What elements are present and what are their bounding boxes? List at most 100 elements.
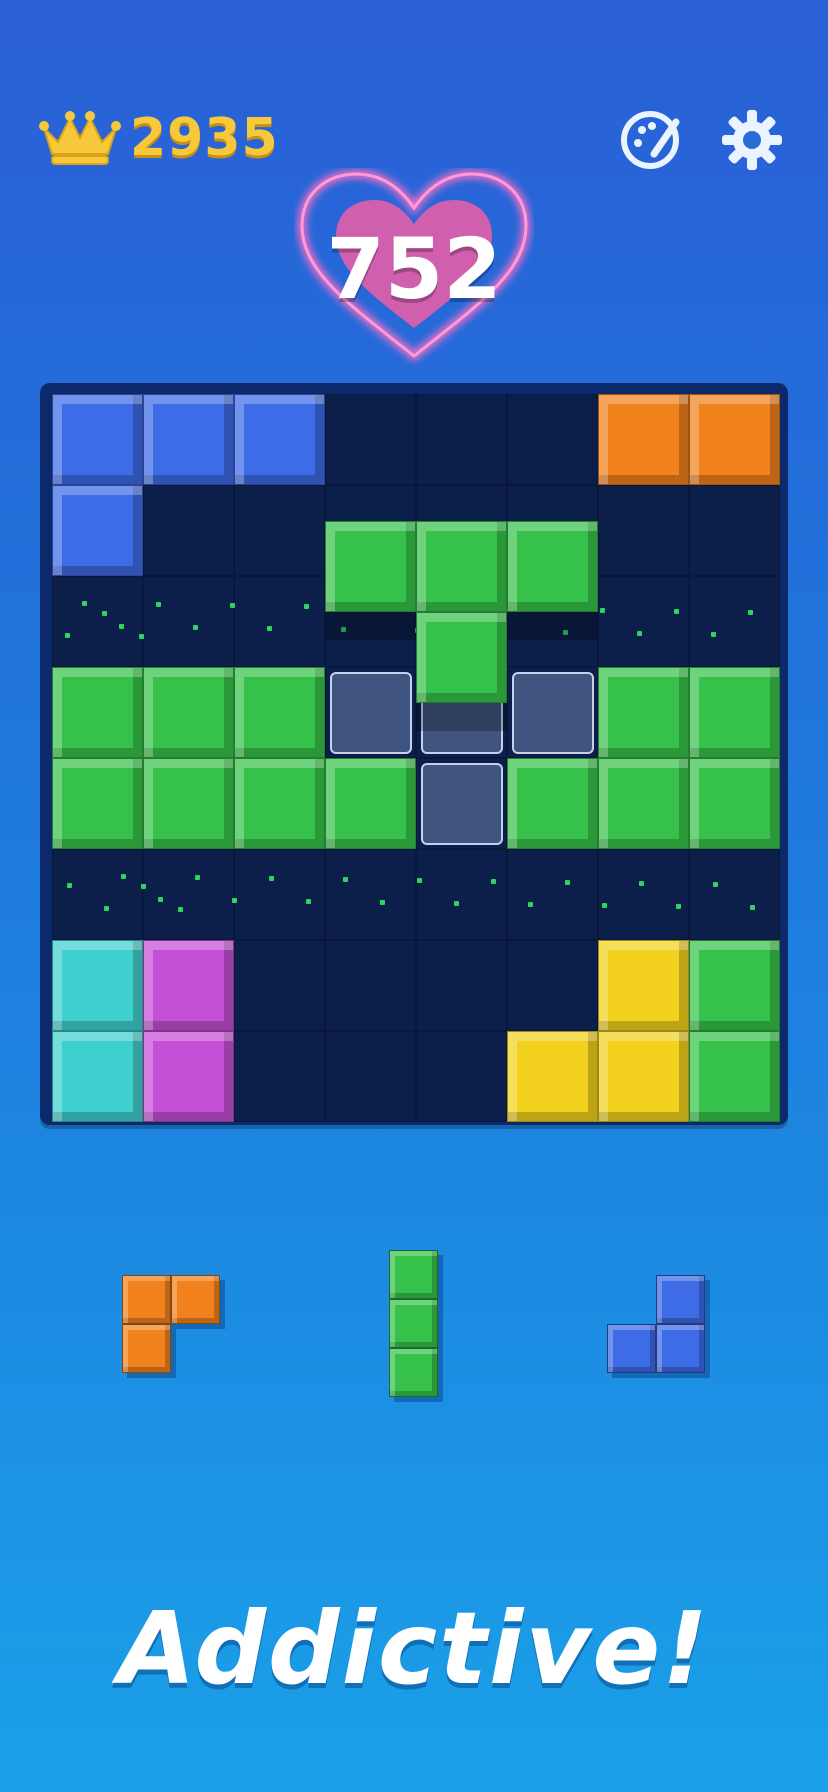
piece-tray — [0, 1245, 828, 1415]
board-cell[interactable] — [689, 849, 780, 940]
board-cell[interactable] — [416, 394, 507, 485]
board-cell[interactable] — [507, 849, 598, 940]
sparkle — [102, 611, 107, 616]
board-cell[interactable] — [52, 849, 143, 940]
board-cell[interactable] — [416, 849, 507, 940]
board-cell[interactable] — [52, 576, 143, 667]
board-cell[interactable] — [689, 485, 780, 576]
green-block — [234, 758, 325, 849]
green-piece-block — [389, 1250, 438, 1299]
dragging-piece-block[interactable] — [416, 521, 507, 613]
green-block — [52, 667, 143, 758]
board-cell[interactable] — [416, 1031, 507, 1122]
orange-block — [598, 394, 689, 485]
board-cell[interactable] — [234, 1031, 325, 1122]
sparkle — [454, 901, 459, 906]
placement-preview-cell — [512, 672, 594, 754]
sparkle — [639, 881, 644, 886]
sparkle — [306, 899, 311, 904]
sparkle — [139, 634, 144, 639]
tagline: Addictive! — [118, 1590, 710, 1707]
board-cell[interactable] — [325, 394, 416, 485]
sparkle — [711, 632, 716, 637]
green-block — [52, 758, 143, 849]
orange-block — [689, 394, 780, 485]
board-cell[interactable] — [689, 576, 780, 667]
placement-preview-cell — [421, 763, 503, 845]
palette-icon[interactable] — [620, 108, 684, 172]
sparkle — [565, 880, 570, 885]
yellow-block — [598, 1031, 689, 1122]
board-cell[interactable] — [325, 849, 416, 940]
game-board[interactable] — [52, 394, 780, 1122]
dragging-piece-block[interactable] — [416, 612, 507, 704]
green-block — [143, 758, 234, 849]
board-cell[interactable] — [325, 940, 416, 1031]
sparkle — [67, 883, 72, 888]
cyan-block — [52, 1031, 143, 1122]
green-block — [689, 667, 780, 758]
placement-preview-cell — [330, 672, 412, 754]
board-cell[interactable] — [507, 940, 598, 1031]
green-block — [143, 667, 234, 758]
sparkle — [232, 898, 237, 903]
sparkle — [230, 603, 235, 608]
sparkle — [141, 884, 146, 889]
yellow-block — [598, 940, 689, 1031]
green-block — [689, 758, 780, 849]
crown-icon — [39, 111, 121, 165]
blue-piece-block — [656, 1324, 705, 1373]
blue-block — [143, 394, 234, 485]
blue-block — [52, 394, 143, 485]
board-cell[interactable] — [325, 1031, 416, 1122]
sparkle — [193, 625, 198, 630]
board-cell[interactable] — [143, 485, 234, 576]
board-cell[interactable] — [234, 576, 325, 667]
sparkle — [195, 875, 200, 880]
sparkle — [491, 879, 496, 884]
sparkle — [637, 631, 642, 636]
best-score: 2935 — [130, 108, 279, 168]
orange-piece-block — [171, 1275, 220, 1324]
board-cell[interactable] — [598, 485, 689, 576]
sparkle — [104, 906, 109, 911]
board-cell[interactable] — [416, 940, 507, 1031]
gear-icon[interactable] — [720, 108, 784, 172]
blue-piece-block — [656, 1275, 705, 1324]
sparkle — [156, 602, 161, 607]
orange-piece-block — [122, 1324, 171, 1373]
sparkle — [158, 897, 163, 902]
green-block — [689, 1031, 780, 1122]
board-cell[interactable] — [598, 576, 689, 667]
blue-piece-block — [607, 1324, 656, 1373]
sparkle — [750, 905, 755, 910]
sparkle — [304, 604, 309, 609]
sparkle — [343, 877, 348, 882]
board-cell[interactable] — [234, 940, 325, 1031]
sparkle — [676, 904, 681, 909]
green-block — [507, 758, 598, 849]
yellow-block — [507, 1031, 598, 1122]
board-cell[interactable] — [234, 485, 325, 576]
sparkle — [121, 874, 126, 879]
green-block — [234, 667, 325, 758]
sparkle — [417, 878, 422, 883]
board-cell[interactable] — [143, 576, 234, 667]
dragging-piece-block[interactable] — [507, 521, 598, 613]
sparkle — [178, 907, 183, 912]
board-cell[interactable] — [143, 849, 234, 940]
sparkle — [674, 609, 679, 614]
green-block — [689, 940, 780, 1031]
green-piece-block — [389, 1299, 438, 1348]
orange-piece-block — [122, 1275, 171, 1324]
board-cell[interactable] — [507, 394, 598, 485]
green-block — [325, 758, 416, 849]
sparkle — [600, 608, 605, 613]
sparkle — [267, 626, 272, 631]
board-cell[interactable] — [234, 849, 325, 940]
current-score: 752 — [326, 220, 502, 318]
sparkle — [82, 601, 87, 606]
sparkle — [602, 903, 607, 908]
dragging-piece-block[interactable] — [325, 521, 416, 613]
board-cell[interactable] — [598, 849, 689, 940]
